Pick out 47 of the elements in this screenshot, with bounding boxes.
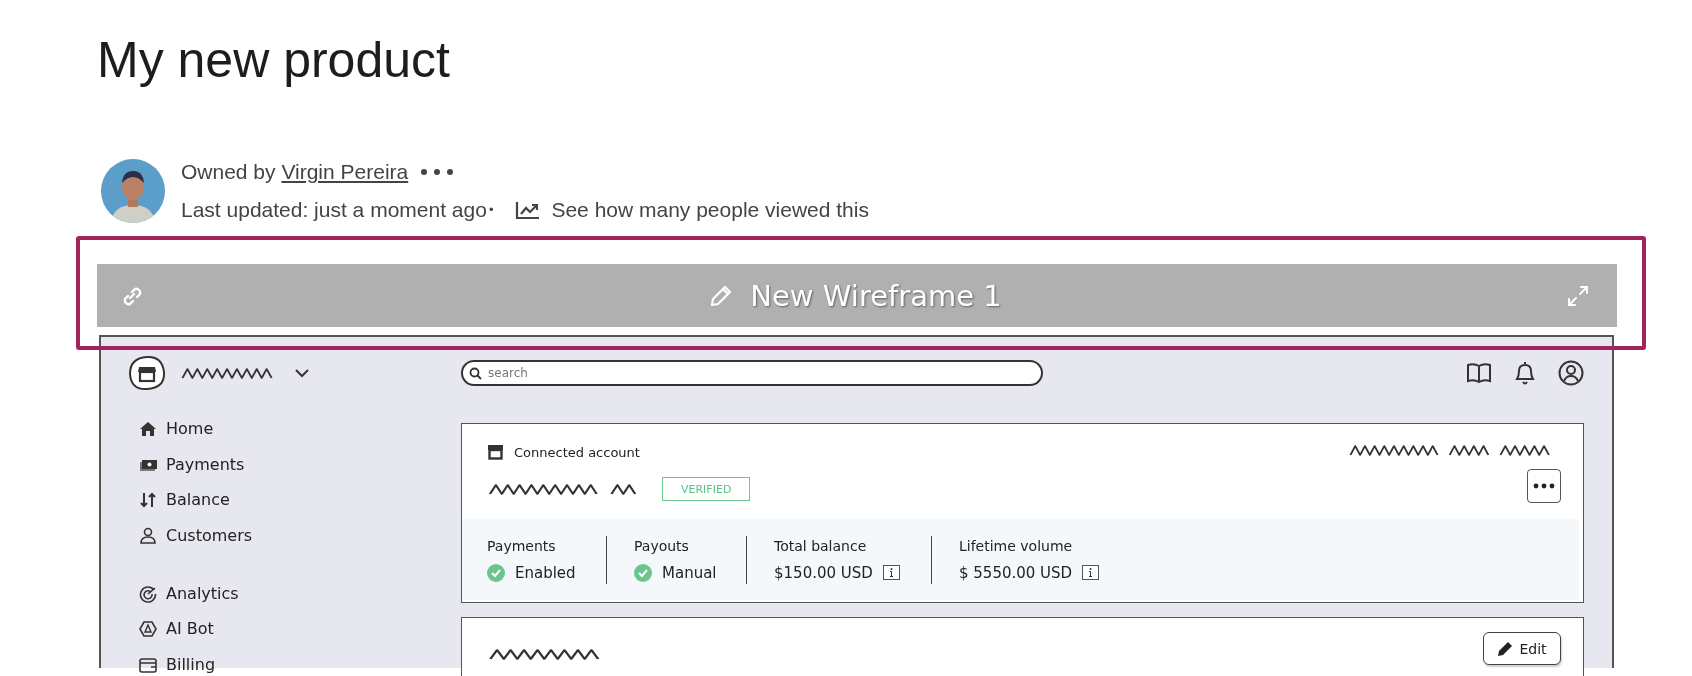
nav-item[interactable]: AI Bot (139, 618, 214, 640)
book-icon[interactable] (1466, 360, 1492, 386)
nav-item[interactable]: Analytics (139, 582, 239, 605)
bell-icon[interactable] (1512, 360, 1538, 386)
wireframe-title: New Wireframe 1 (750, 278, 1002, 313)
views-link[interactable]: See how many people viewed this (551, 194, 869, 226)
wallet-icon (139, 655, 157, 674)
stat-label: Payouts (634, 536, 690, 556)
separator-dot: • (488, 201, 494, 219)
sort-arrows-icon (139, 491, 157, 509)
check-circle-icon (634, 563, 652, 582)
more-icon[interactable] (420, 168, 455, 176)
owner-line: Owned by Virgin Pereira (181, 159, 409, 185)
nav-item[interactable]: Payments (139, 453, 245, 476)
user-icon[interactable] (1558, 360, 1584, 386)
last-updated: Last updated: just a moment ago (181, 197, 487, 223)
info-icon[interactable] (1082, 565, 1100, 580)
verified-badge: VERIFIED (662, 477, 751, 501)
home-icon (139, 420, 157, 438)
target-icon (139, 584, 157, 603)
chevron-down-icon[interactable] (294, 368, 310, 378)
owner-link[interactable]: Virgin Pereira (281, 160, 409, 183)
stat-value: Enabled (515, 562, 576, 584)
store-logo-icon[interactable] (128, 355, 166, 391)
pencil-icon (1497, 640, 1515, 657)
nav-item[interactable]: Billing (139, 653, 216, 676)
stat-label: Payments (487, 536, 557, 556)
stat-value: Manual (662, 562, 717, 584)
stat-label: Total balance (774, 536, 868, 556)
nav-item[interactable]: Customers (139, 524, 253, 547)
edit-button[interactable]: Edit (1483, 632, 1561, 665)
more-button[interactable] (1527, 469, 1561, 503)
stat-value: $ 5550.00 USD (959, 562, 1073, 584)
search-field[interactable]: search (461, 360, 1043, 386)
page-title: My new product (97, 31, 451, 90)
card-caption: Connected account (514, 444, 640, 460)
stat-value: $150.00 USD (774, 562, 873, 584)
check-circle-icon (487, 563, 505, 582)
stat-label: Lifetime volume (959, 536, 1074, 556)
nav-item[interactable]: Balance (139, 489, 230, 511)
person-icon (139, 526, 157, 545)
more-icon (1533, 483, 1555, 489)
bot-icon (139, 620, 157, 638)
store-icon (487, 444, 504, 460)
nav-item[interactable]: Home (139, 418, 214, 440)
line-chart-icon (515, 200, 542, 220)
info-icon[interactable] (882, 565, 900, 580)
